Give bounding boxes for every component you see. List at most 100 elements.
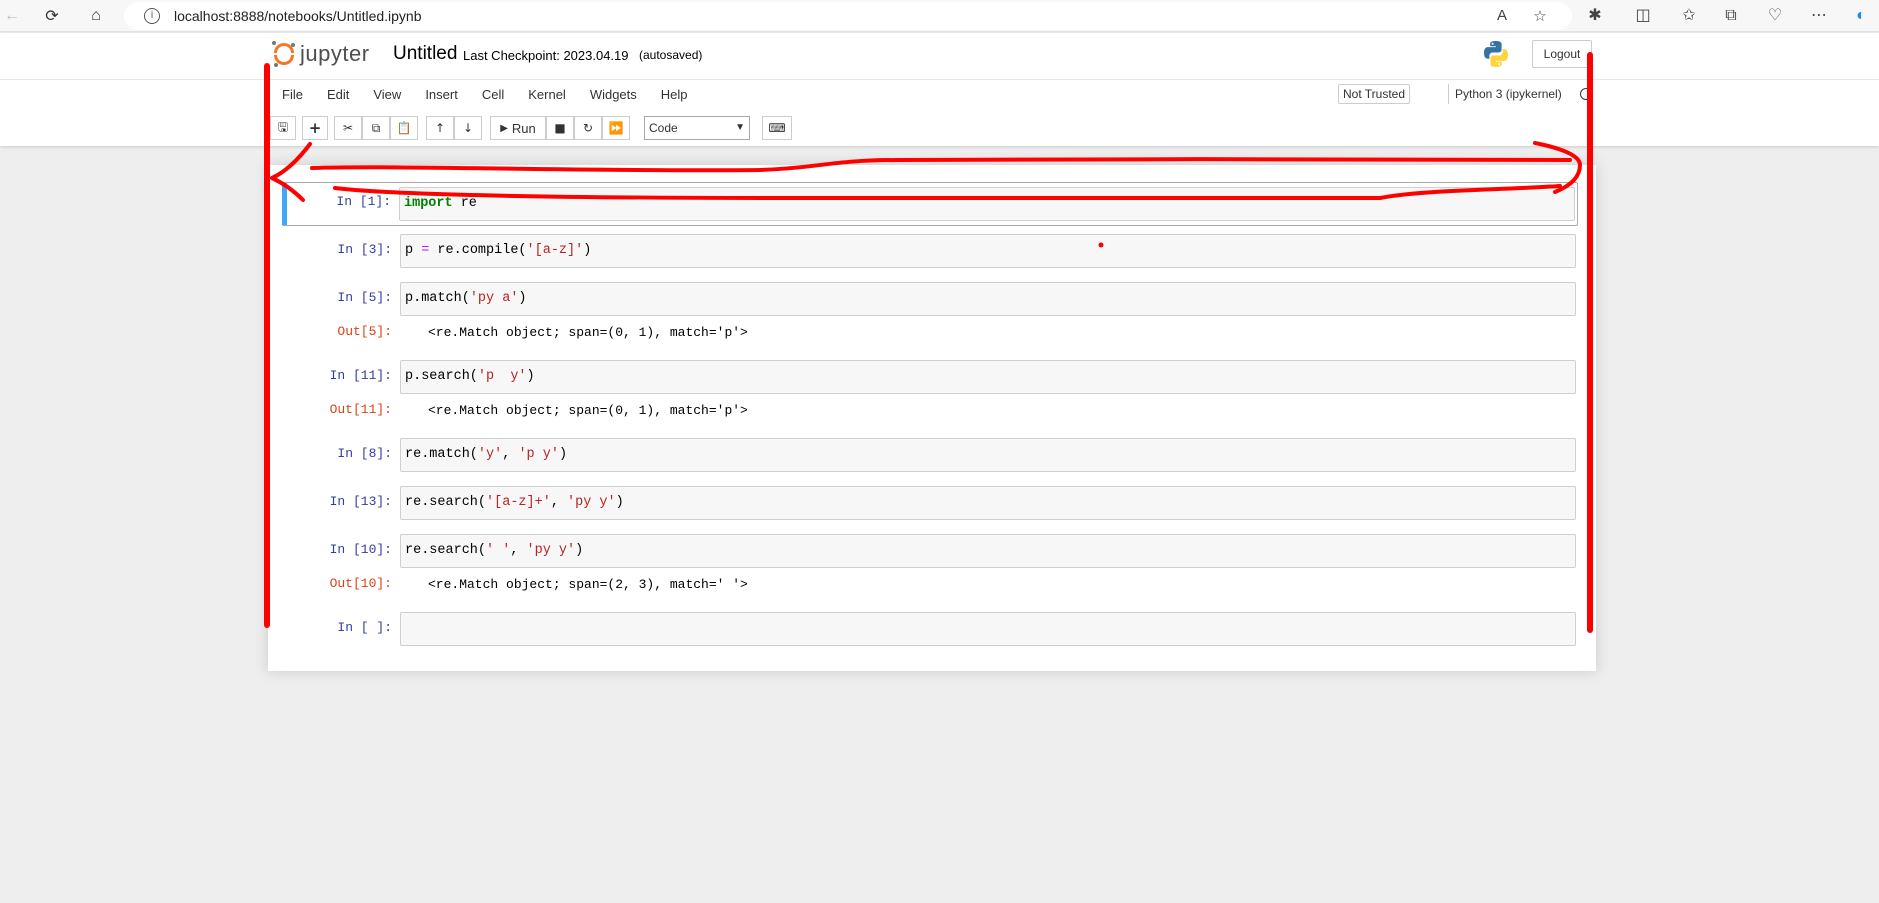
cell-input[interactable]: re.search(' ', 'py y')	[400, 534, 1576, 568]
input-prompt: In [11]:	[329, 368, 392, 383]
address-bar[interactable]: i localhost:8888/notebooks/Untitled.ipyn…	[124, 2, 1572, 30]
url-text: localhost:8888/notebooks/Untitled.ipynb	[174, 8, 422, 24]
browser-essentials-icon[interactable]: ♡	[1764, 5, 1786, 27]
code-token: 'py y'	[526, 543, 576, 558]
code-token: ' '	[486, 543, 511, 558]
jupyter-logo[interactable]: jupyter	[272, 40, 370, 68]
interrupt-kernel-icon[interactable]: ■	[546, 116, 574, 140]
code-token: ,	[510, 543, 527, 558]
input-prompt: In [ ]:	[337, 620, 392, 635]
menu-kernel[interactable]: Kernel	[516, 80, 578, 110]
input-prompt: In [8]:	[337, 446, 392, 461]
restart-run-all-icon[interactable]: ⏩	[602, 116, 630, 140]
save-icon[interactable]: 🖫	[270, 116, 296, 140]
code-token: 'p y'	[477, 369, 527, 384]
cell-input[interactable]	[400, 612, 1576, 646]
menubar: File Edit View Insert Cell Kernel Widget…	[270, 80, 700, 110]
read-aloud-icon[interactable]: A	[1492, 7, 1512, 27]
code-token: 'py a'	[469, 291, 519, 306]
menu-insert[interactable]: Insert	[413, 80, 470, 110]
code-token: ,	[550, 495, 568, 510]
menu-widgets[interactable]: Widgets	[578, 80, 649, 110]
code-cell[interactable]: In [10]: re.search(' ', 'py y') Out[10]:…	[282, 532, 1578, 608]
code-token: '[a-z]+'	[486, 495, 551, 510]
menu-cell[interactable]: Cell	[470, 80, 516, 110]
code-cell-empty[interactable]: In [ ]:	[282, 610, 1578, 650]
refresh-icon[interactable]: ⟳	[40, 4, 64, 28]
code-token: 'py y'	[567, 495, 616, 510]
menu-edit[interactable]: Edit	[315, 80, 361, 110]
menu-help[interactable]: Help	[649, 80, 700, 110]
insert-cell-below-icon[interactable]: +	[302, 116, 328, 140]
code-token: )	[526, 369, 535, 384]
kernel-idle-icon	[1580, 88, 1592, 100]
command-palette-icon[interactable]: ⌨	[762, 116, 792, 140]
code-token: re.compile(	[429, 243, 527, 258]
code-cell[interactable]: In [8]: re.match('y', 'p y')	[282, 436, 1578, 476]
code-token: )	[615, 495, 624, 510]
move-down-icon[interactable]: ↓	[454, 116, 482, 140]
jupyter-header: jupyter Untitled Last Checkpoint: 2023.0…	[0, 33, 1879, 146]
collections-icon[interactable]: ⧉	[1720, 5, 1742, 27]
code-token: '[a-z]'	[526, 243, 584, 258]
chevron-down-icon: ▼	[735, 122, 745, 133]
autosave-status: (autosaved)	[639, 48, 703, 62]
cell-output: <re.Match object; span=(2, 3), match=' '…	[428, 577, 748, 592]
cell-input[interactable]: p.search('p y')	[400, 360, 1576, 394]
site-info-icon[interactable]: i	[144, 8, 160, 24]
output-prompt: Out[10]:	[329, 576, 392, 591]
code-token: )	[558, 447, 568, 462]
cell-input[interactable]: p = re.compile('[a-z]')	[400, 234, 1576, 268]
code-cell-selected[interactable]: In [1]: import re	[282, 182, 1578, 226]
code-token: re.search(	[405, 543, 487, 558]
code-token: re.search(	[405, 495, 487, 510]
code-token: )	[575, 543, 584, 558]
cut-icon[interactable]: ✂	[334, 116, 362, 140]
home-icon[interactable]: ⌂	[84, 4, 108, 28]
python-logo-icon	[1484, 41, 1508, 67]
extensions-icon[interactable]: ✱	[1584, 5, 1606, 27]
logout-button[interactable]: Logout	[1532, 40, 1592, 68]
menu-view[interactable]: View	[361, 80, 413, 110]
kernel-name[interactable]: Python 3 (ipykernel)	[1448, 84, 1562, 104]
code-cell[interactable]: In [3]: p = re.compile('[a-z]')	[282, 232, 1578, 272]
trust-status-button[interactable]: Not Trusted	[1338, 84, 1410, 104]
cell-input[interactable]: p.match('py a')	[400, 282, 1576, 316]
code-cell[interactable]: In [5]: p.match('py a') Out[5]: <re.Matc…	[282, 280, 1578, 356]
notebook-title[interactable]: Untitled	[393, 43, 457, 65]
favorites-icon[interactable]: ✩	[1678, 5, 1700, 27]
input-prompt: In [13]:	[329, 494, 392, 509]
copilot-icon[interactable]: ◐	[1850, 5, 1872, 27]
favorite-star-icon[interactable]: ☆	[1530, 7, 1550, 27]
code-token: )	[518, 291, 527, 306]
input-prompt: In [1]:	[336, 194, 391, 209]
copy-icon[interactable]: ⧉	[362, 116, 390, 140]
menu-file[interactable]: File	[270, 80, 315, 110]
output-prompt: Out[11]:	[329, 402, 392, 417]
run-label: Run	[511, 120, 536, 136]
code-token: import	[404, 196, 453, 211]
more-options-icon[interactable]: ⋯	[1808, 5, 1830, 27]
jupyter-logo-text: jupyter	[300, 41, 370, 66]
cell-type-select[interactable]: Code ▼	[644, 116, 750, 140]
code-cell[interactable]: In [13]: re.search('[a-z]+', 'py y')	[282, 484, 1578, 524]
cell-input[interactable]: import re	[399, 187, 1575, 221]
last-checkpoint: Last Checkpoint: 2023.04.19	[463, 48, 629, 63]
move-up-icon[interactable]: ↑	[426, 116, 454, 140]
notebook-container: In [1]: import re In [3]: p = re.compile…	[268, 165, 1596, 671]
code-cell[interactable]: In [11]: p.search('p y') Out[11]: <re.Ma…	[282, 358, 1578, 434]
code-token: )	[583, 243, 592, 258]
code-token: p	[405, 243, 422, 258]
cell-type-value: Code	[649, 121, 678, 135]
restart-kernel-icon[interactable]: ↻	[574, 116, 602, 140]
run-button[interactable]: ▶ Run	[490, 116, 546, 140]
code-token: re.match(	[405, 447, 478, 462]
split-screen-icon[interactable]: ◫	[1632, 5, 1654, 27]
input-prompt: In [5]:	[337, 290, 392, 305]
paste-icon[interactable]: 📋	[390, 116, 418, 140]
cell-input[interactable]: re.match('y', 'p y')	[400, 438, 1576, 472]
cell-input[interactable]: re.search('[a-z]+', 'py y')	[400, 486, 1576, 520]
back-arrow-icon[interactable]: ←	[0, 4, 24, 28]
browser-toolbar: ← ⟳ ⌂ i localhost:8888/notebooks/Untitle…	[0, 0, 1879, 32]
output-prompt: Out[5]:	[337, 324, 392, 339]
